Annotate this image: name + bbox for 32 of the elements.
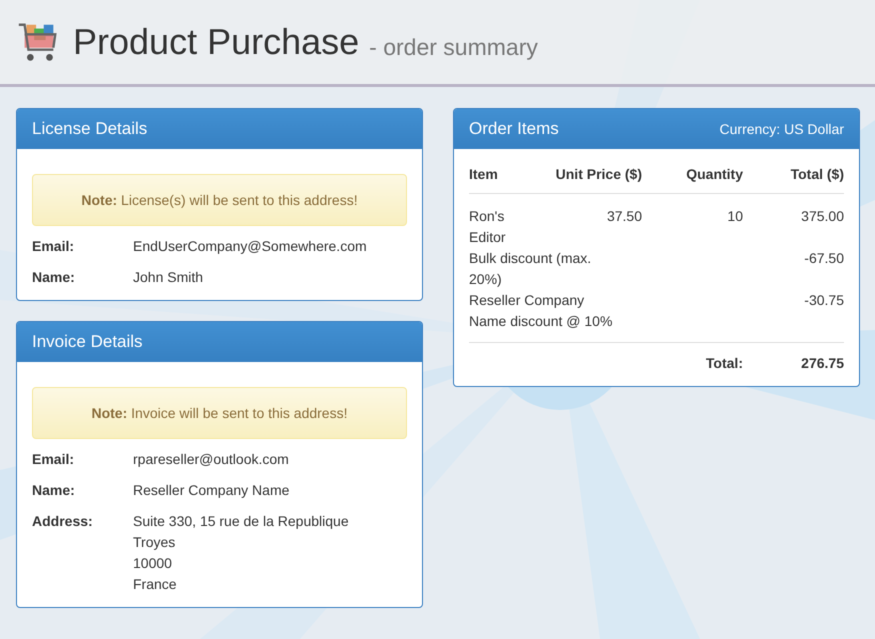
table-cell-text: 37.50 [606, 207, 642, 226]
column-header: Total ($) [790, 165, 844, 184]
table-cell-text: 10 [726, 207, 743, 226]
table-cell-text: Reseller Company Name discount @ 10% [469, 291, 614, 331]
field-label: Name: [32, 268, 76, 287]
column-header: Quantity [685, 165, 743, 184]
currency-label: Currency: US Dollar [720, 121, 844, 137]
field-value: John Smith [133, 268, 204, 287]
table-cell-text: 375.00 [800, 207, 844, 226]
table-cell-text: -67.50 [803, 249, 844, 268]
field-label: Email: [32, 237, 76, 256]
field-label: Email: [32, 450, 76, 469]
page-subtitle: - order summary [369, 34, 538, 60]
page-title: Product Purchase [73, 21, 360, 63]
field-value: rpareseller@outlook.com [133, 450, 289, 469]
field-label: Name: [32, 481, 76, 500]
table-cell-text: Bulk discount (max. 20%) [469, 249, 592, 289]
table-cell-text: Ron's Editor [469, 207, 507, 247]
table-cell-text: -30.75 [803, 291, 844, 310]
panel-title: License Details [32, 119, 148, 139]
field-label: Address: [32, 512, 94, 531]
column-header: Item [469, 165, 499, 184]
field-value: EndUserCompany@Somewhere.com [133, 237, 367, 256]
note-alert: Note: License(s) will be sent to this address! [32, 174, 407, 226]
field-value: Reseller Company Name [133, 481, 290, 500]
field-value: Suite 330, 15 rue de la Republique Troyes 10000 France [133, 512, 349, 594]
note-alert: Note: Invoice will be sent to this address! [32, 387, 407, 439]
column-header: Unit Price ($) [554, 165, 642, 184]
panel-title: Order Items [469, 119, 559, 139]
total-label: Total: [704, 354, 743, 373]
panel-title: Invoice Details [32, 332, 143, 352]
total-value: 276.75 [800, 354, 844, 373]
